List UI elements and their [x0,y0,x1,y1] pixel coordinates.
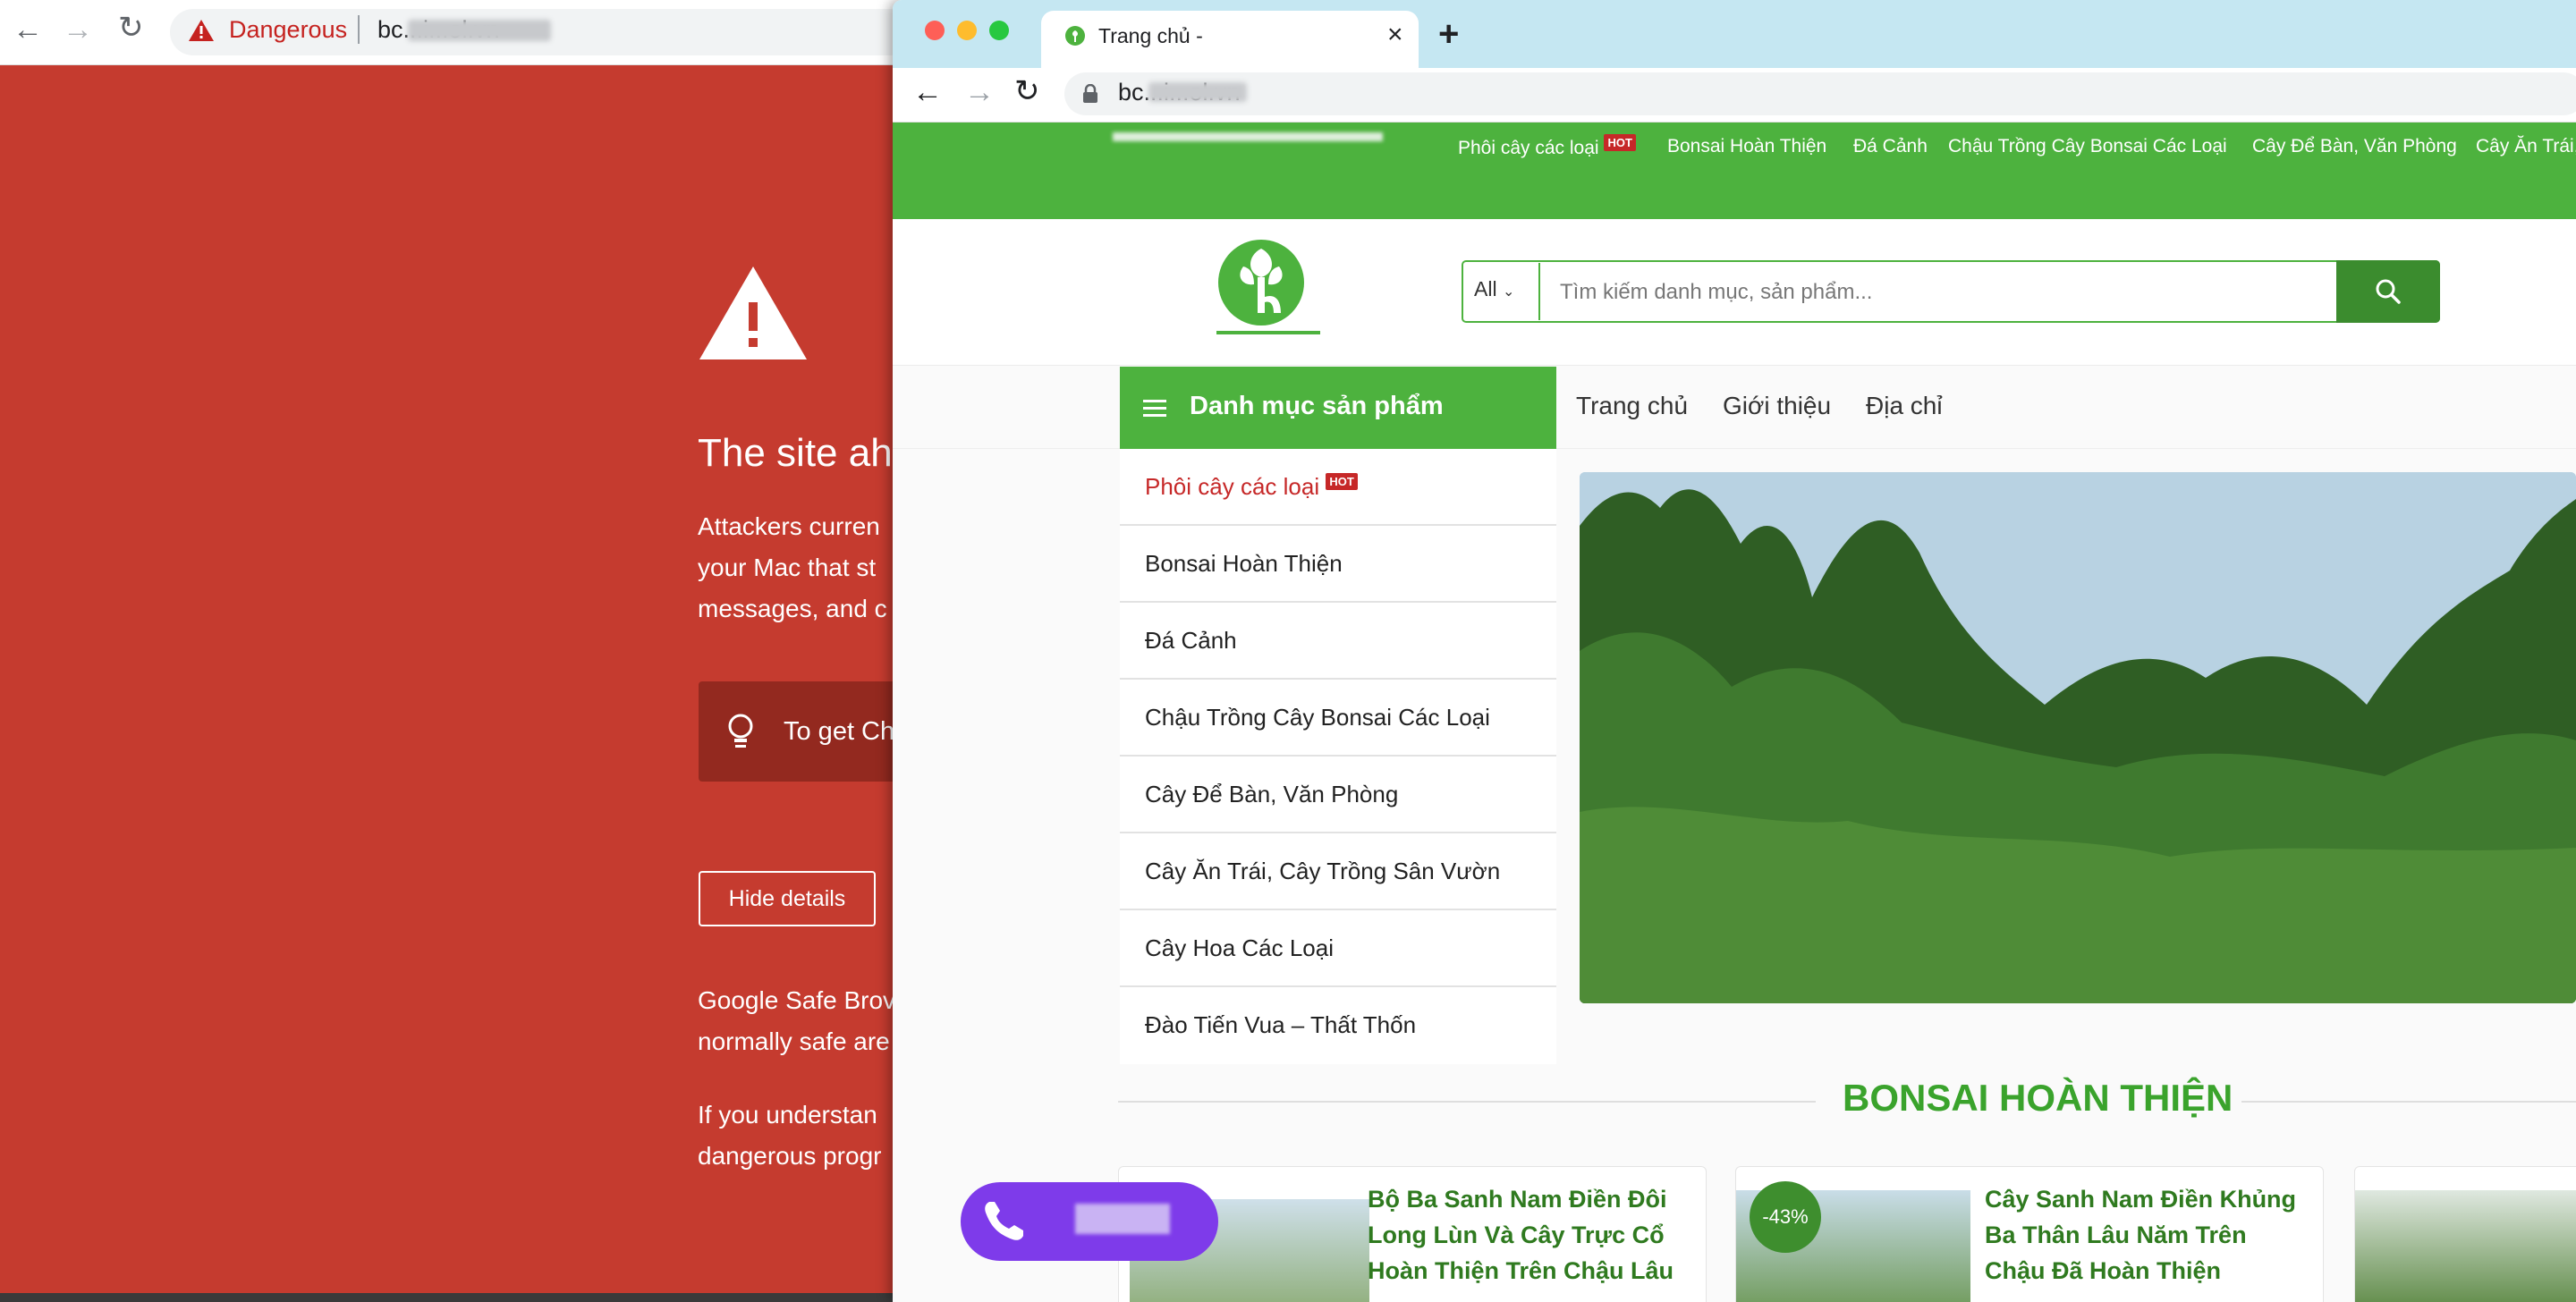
search-button[interactable] [2336,260,2440,323]
new-tab-icon[interactable]: + [1438,14,1459,55]
safe-browsing-text: Google Safe Brov normally safe are [698,980,903,1062]
site-logo[interactable] [1216,234,1320,340]
topnav-link-phoi-cay[interactable]: Phôi cây các loại HOT [1458,134,1636,159]
tab-close-icon[interactable]: × [1387,20,1403,50]
search-input[interactable] [1558,266,2063,318]
omnibox-divider [358,15,360,44]
zoom-window-button[interactable] [989,21,1009,40]
category-label: Phôi cây các loại [1145,473,1320,500]
tip-text: To get Ch [784,717,895,746]
category-item-bonsai-hoan-thien[interactable]: Bonsai Hoàn Thiện [1120,526,1556,603]
chevron-down-icon: ⌄ [1502,284,1515,300]
url-redaction [1148,82,1247,102]
front-browser-window: Trang chủ - × + ← → ↻ bc...i...ol.vn Phô… [893,0,2576,1302]
topnav-link-chau-trong[interactable]: Chậu Trồng Cây Bonsai Các Loại [1948,136,2227,157]
category-item-da-canh[interactable]: Đá Cảnh [1120,603,1556,680]
hamburger-menu-icon[interactable] [1143,399,1168,418]
hot-badge: HOT [1604,134,1636,151]
search-category-value: All [1474,277,1497,300]
product-title[interactable]: Bộ Ba Sanh Nam Điền Đôi Long Lùn Và Cây … [1368,1181,1674,1289]
search-category-select[interactable]: All ⌄ [1474,277,1514,301]
back-arrow-icon[interactable]: ← [13,14,43,45]
understand-line: If you understan [698,1101,877,1129]
section-divider-left [1118,1101,1816,1103]
product-title-line: Chậu Đã Hoàn Thiện [1985,1257,2222,1284]
category-label: Bonsai Hoàn Thiện [1145,550,1343,577]
security-status-label[interactable]: Dangerous [229,16,347,44]
topnav-link-bonsai-hoan-thien[interactable]: Bonsai Hoàn Thiện [1667,136,1826,157]
interstitial-body: Attackers curren your Mac that st messag… [698,506,903,630]
category-label: Cây Ăn Trái, Cây Trồng Sân Vườn [1145,858,1501,884]
search-icon [2376,279,2401,304]
lightbulb-icon [728,714,753,748]
minimize-window-button[interactable] [957,21,977,40]
category-label: Cây Hoa Các Loại [1145,934,1334,961]
category-item-dao-tien-vua[interactable]: Đào Tiến Vua – Thất Thốn [1120,987,1556,1064]
category-item-chau-trong[interactable]: Chậu Trồng Cây Bonsai Các Loại [1120,680,1556,757]
hot-badge: HOT [1326,473,1358,491]
tab-title[interactable]: Trang chủ - [1098,24,1203,48]
product-card[interactable]: Cây Sanh Nam Điền Khủng Ba Thân Lâu Năm … [1735,1166,2324,1302]
topnav-link-da-canh[interactable]: Đá Cảnh [1853,136,1928,157]
category-item-cay-de-ban[interactable]: Cây Để Bàn, Văn Phòng [1120,757,1556,833]
product-thumbnail[interactable] [2355,1190,2576,1302]
product-title-line: Ba Thân Lâu Năm Trên [1985,1222,2247,1248]
url-redaction [408,20,551,41]
phone-number-redaction [1075,1204,1170,1234]
site-favicon-icon [1065,26,1085,46]
reload-icon[interactable]: ↻ [1014,73,1040,109]
section-divider-right [2241,1101,2576,1103]
forward-arrow-icon[interactable]: → [63,14,93,45]
topbar-redaction [1113,132,1383,141]
understand-risks-text: If you understan dangerous progr [698,1095,903,1177]
body-line: messages, and c [698,595,887,622]
hero-banner-image[interactable] [1580,472,2576,1003]
lock-icon[interactable] [1082,84,1098,104]
category-label: Đá Cảnh [1145,627,1237,654]
safe-browsing-line: normally safe are [698,1027,890,1055]
category-label: Chậu Trồng Cây Bonsai Các Loại [1145,704,1490,731]
category-label: Cây Để Bàn, Văn Phòng [1145,781,1399,807]
category-item-cay-hoa[interactable]: Cây Hoa Các Loại [1120,910,1556,987]
close-window-button[interactable] [925,21,945,40]
nav-link-home[interactable]: Trang chủ [1576,392,1688,420]
body-line: Attackers curren [698,512,880,540]
product-title-line: Long Lùn Và Cây Trực Cổ [1368,1222,1665,1248]
product-title-line: Bộ Ba Sanh Nam Điền Đôi [1368,1186,1667,1213]
product-card[interactable] [2354,1166,2576,1302]
phone-icon[interactable] [979,1196,1029,1247]
back-arrow-icon[interactable]: ← [912,75,943,110]
nav-link-address[interactable]: Địa chỉ [1866,392,1943,420]
understand-line: dangerous progr [698,1142,882,1170]
interstitial-heading: The site ah [698,431,893,475]
topnav-link-cay-de-ban[interactable]: Cây Để Bàn, Văn Phòng [2252,136,2457,157]
reload-icon[interactable]: ↻ [118,13,144,43]
discount-badge: -43% [1750,1181,1821,1253]
hide-details-button[interactable]: Hide details [699,871,876,926]
back-browser-window: ← → ↻ Dangerous bc...i...ol.vn The site … [0,0,903,1302]
product-title-line: Cây Sanh Nam Điền Khủng [1985,1186,2297,1213]
nav-link-about[interactable]: Giới thiệu [1723,392,1831,420]
product-title[interactable]: Cây Sanh Nam Điền Khủng Ba Thân Lâu Năm … [1985,1181,2296,1289]
forward-arrow-icon[interactable]: → [964,75,995,110]
category-item-phoi-cay[interactable]: Phôi cây các loại HOT [1120,449,1556,526]
category-menu-title[interactable]: Danh mục sản phẩm [1190,392,1444,421]
product-title-line: Hoàn Thiện Trên Chậu Lâu [1368,1257,1674,1284]
category-label: Đào Tiến Vua – Thất Thốn [1145,1011,1417,1038]
pine-trees-photo [1580,472,2576,1003]
address-bar[interactable] [1064,72,2576,115]
section-title[interactable]: BONSAI HOÀN THIỆN [1843,1077,2233,1120]
bottom-strip [0,1293,903,1302]
topnav-link-cay-an-trai[interactable]: Cây Ăn Trái, [2476,136,2576,157]
safe-browsing-line: Google Safe Brov [698,986,896,1014]
danger-warning-icon[interactable] [188,18,215,43]
warning-triangle-icon [699,266,807,359]
search-divider [1538,263,1540,320]
category-item-cay-an-trai[interactable]: Cây Ăn Trái, Cây Trồng Sân Vườn [1120,833,1556,910]
topnav-label: Phôi cây các loại [1458,138,1599,158]
body-line: your Mac that st [698,554,877,581]
